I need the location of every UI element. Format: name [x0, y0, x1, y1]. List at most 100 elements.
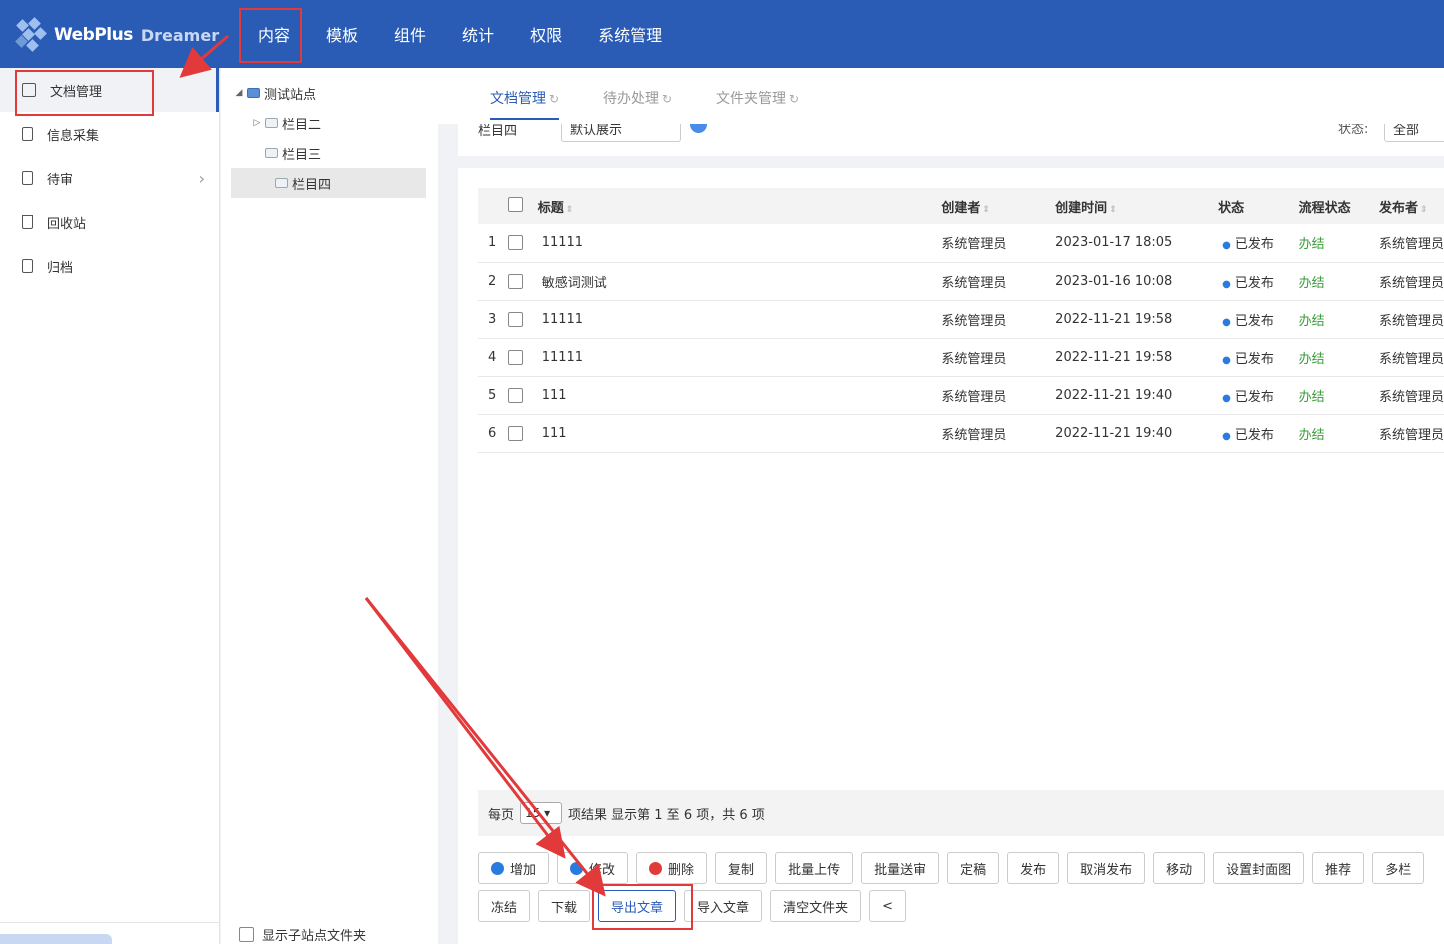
- table-row[interactable]: 6 111 系统管理员 2022-11-21 19:40 ● 已发布 办结 系统管理员: [478, 414, 1444, 453]
- creator-cell: 系统管理员: [937, 376, 1052, 415]
- batch-upload-button[interactable]: 批量上传: [775, 852, 854, 884]
- tree-node-column2[interactable]: ▷ 栏目二: [221, 108, 438, 138]
- row-checkbox[interactable]: [508, 235, 524, 251]
- table-row[interactable]: 4 11111 系统管理员 2022-11-21 19:58 ● 已发布 办结 系统管理员: [478, 338, 1444, 377]
- title-cell[interactable]: 111: [533, 376, 938, 415]
- reload-icon[interactable]: ↻: [789, 92, 799, 106]
- per-page-select[interactable]: 15 ▾: [520, 802, 563, 824]
- move-button[interactable]: 移动: [1153, 852, 1206, 884]
- tab-todo[interactable]: 待办处理 ↻: [603, 88, 672, 108]
- row-flow: 办结: [1298, 237, 1325, 253]
- table-row[interactable]: 3 11111 系统管理员 2022-11-21 19:58 ● 已发布 办结 系统管理员: [478, 300, 1444, 339]
- copy-button[interactable]: 复制: [715, 852, 768, 884]
- brand-logo[interactable]: WebPlus Dreamer: [14, 16, 219, 54]
- caret-right-icon[interactable]: ▷: [251, 118, 263, 128]
- delete-icon: [649, 861, 663, 875]
- status-select[interactable]: 全部: [1384, 124, 1444, 142]
- row-time: 2022-11-21 19:40: [1055, 425, 1173, 441]
- tree-node-site[interactable]: ◢ 测试站点: [221, 78, 438, 108]
- title-cell[interactable]: 11111: [533, 300, 938, 339]
- collapse-button[interactable]: <: [869, 890, 906, 922]
- status-dot-icon: ●: [1222, 278, 1231, 290]
- row-title[interactable]: 11111: [542, 350, 583, 365]
- button-label: 清空文件夹: [783, 900, 849, 916]
- row-title[interactable]: 11111: [542, 235, 583, 250]
- reload-icon[interactable]: ↻: [549, 92, 559, 106]
- table-row[interactable]: 1 11111 系统管理员 2023-01-17 18:05 ● 已发布 办结 系统管理员: [478, 224, 1444, 263]
- table-row[interactable]: 5 111 系统管理员 2022-11-21 19:40 ● 已发布 办结 系统管理员: [478, 376, 1444, 415]
- sort-icon[interactable]: ⇕: [566, 205, 574, 215]
- sidebar-item-collect[interactable]: 信息采集: [0, 112, 219, 156]
- title-cell[interactable]: 11111: [533, 224, 938, 263]
- view-select[interactable]: 默认展示: [561, 124, 681, 142]
- show-subsite-checkbox[interactable]: [239, 927, 254, 942]
- topnav-statistics[interactable]: 统计: [444, 0, 512, 68]
- reload-icon[interactable]: ↻: [662, 92, 672, 106]
- title-cell[interactable]: 111: [533, 414, 938, 453]
- topnav-permission[interactable]: 权限: [512, 0, 580, 68]
- tree-node-column4[interactable]: 栏目四: [231, 168, 426, 198]
- pager: 每页 15 ▾ 项结果 显示第 1 至 6 项，共 6 项: [478, 790, 1444, 836]
- row-checkbox[interactable]: [508, 311, 524, 327]
- table-row[interactable]: 2 敏感词测试 系统管理员 2023-01-16 10:08 ● 已发布 办结 系统管理员: [478, 262, 1444, 301]
- sort-icon[interactable]: ⇕: [1420, 205, 1428, 215]
- select-all-checkbox[interactable]: [508, 196, 523, 212]
- col-creator[interactable]: 创建者 ⇕: [937, 188, 1052, 224]
- topnav-component[interactable]: 组件: [376, 0, 444, 68]
- row-checkbox[interactable]: [508, 425, 524, 441]
- sort-icon[interactable]: ⇕: [982, 205, 990, 215]
- show-subsite-folders[interactable]: 显示子站点文件夹: [239, 925, 366, 944]
- row-flow: 办结: [1298, 389, 1325, 405]
- row-checkbox[interactable]: [508, 349, 524, 365]
- unpublish-button[interactable]: 取消发布: [1067, 852, 1146, 884]
- topnav-template[interactable]: 模板: [308, 0, 376, 68]
- row-publisher: 系统管理员: [1378, 237, 1444, 253]
- export-button[interactable]: 导出文章: [598, 890, 677, 922]
- col-flow-status: 流程状态: [1294, 188, 1375, 224]
- row-title[interactable]: 11111: [542, 312, 583, 327]
- import-button[interactable]: 导入文章: [684, 890, 763, 922]
- delete-button[interactable]: 删除: [636, 852, 708, 884]
- col-created-time[interactable]: 创建时间 ⇕: [1051, 188, 1215, 224]
- add-button[interactable]: 增加: [478, 852, 550, 884]
- col-publisher[interactable]: 发布者 ⇕: [1374, 188, 1444, 224]
- row-checkbox[interactable]: [508, 387, 524, 403]
- topnav-system[interactable]: 系统管理: [580, 0, 680, 68]
- row-title[interactable]: 敏感词测试: [542, 276, 607, 291]
- tab-folders[interactable]: 文件夹管理 ↻: [716, 88, 799, 108]
- download-button[interactable]: 下载: [538, 890, 591, 922]
- caret-down-icon[interactable]: ◢: [233, 88, 245, 98]
- tree-node-column3[interactable]: 栏目三: [221, 138, 438, 168]
- row-checkbox[interactable]: [508, 273, 524, 289]
- flow-cell: 办结: [1294, 376, 1375, 415]
- status-dot-icon: ●: [1222, 240, 1231, 252]
- multi-column-button[interactable]: 多栏: [1372, 852, 1425, 884]
- flow-cell: 办结: [1294, 338, 1375, 377]
- button-label: 导出文章: [611, 900, 664, 916]
- button-label: 设置封面图: [1226, 862, 1292, 878]
- edit-icon[interactable]: [690, 124, 707, 133]
- recommend-button[interactable]: 推荐: [1312, 852, 1365, 884]
- finalize-button[interactable]: 定稿: [947, 852, 1000, 884]
- clear-folder-button[interactable]: 清空文件夹: [770, 890, 862, 922]
- set-cover-button[interactable]: 设置封面图: [1213, 852, 1305, 884]
- sidebar-item-docs[interactable]: 文档管理: [0, 68, 219, 112]
- time-cell: 2023-01-16 10:08: [1051, 262, 1215, 301]
- sidebar-item-review[interactable]: 待审 ›: [0, 156, 219, 200]
- col-title[interactable]: 标题 ⇕: [533, 188, 938, 224]
- freeze-button[interactable]: 冻结: [478, 890, 531, 922]
- publish-button[interactable]: 发布: [1007, 852, 1060, 884]
- status-select-value: 全部: [1393, 124, 1420, 138]
- tab-docs[interactable]: 文档管理 ↻: [490, 88, 560, 120]
- row-title[interactable]: 111: [542, 388, 567, 403]
- button-label: 批量上传: [788, 862, 841, 878]
- topnav-content[interactable]: 内容: [240, 0, 308, 68]
- sidebar-item-trash[interactable]: 回收站: [0, 200, 219, 244]
- title-cell[interactable]: 11111: [533, 338, 938, 377]
- title-cell[interactable]: 敏感词测试: [533, 262, 938, 301]
- edit-button[interactable]: 修改: [557, 852, 629, 884]
- batch-submit-button[interactable]: 批量送审: [861, 852, 940, 884]
- row-title[interactable]: 111: [542, 426, 567, 441]
- sort-icon[interactable]: ⇕: [1109, 205, 1117, 215]
- sidebar-item-archive[interactable]: 归档: [0, 244, 219, 288]
